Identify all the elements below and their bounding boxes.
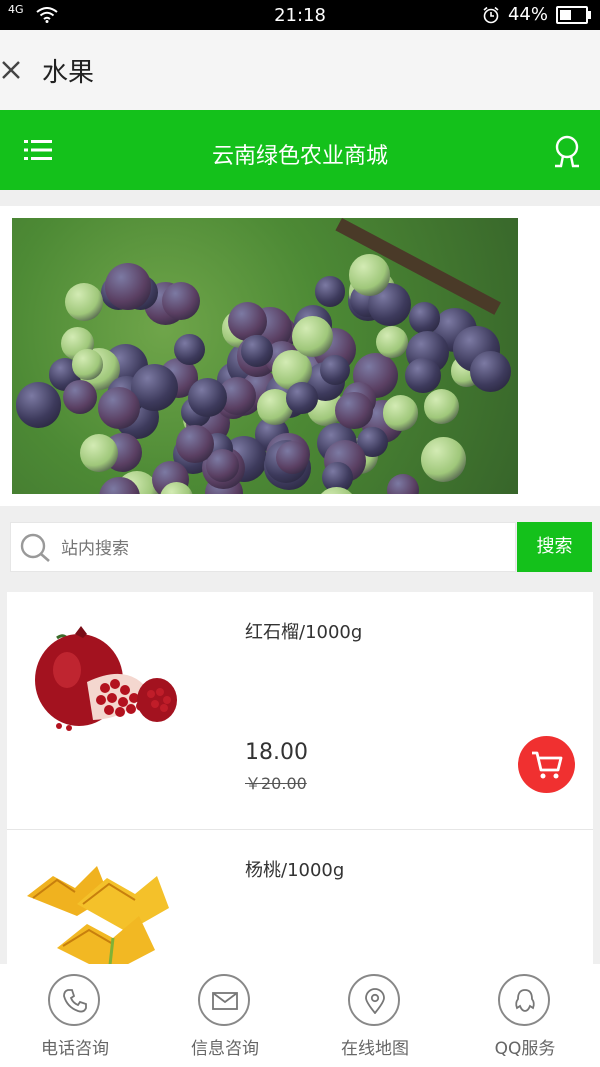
phone-icon [63,989,87,1013]
product-original-price: ￥20.00 [245,774,307,793]
mail-icon [212,992,238,1010]
grape [420,437,467,483]
search-button[interactable]: 搜索 [517,522,592,572]
grape [187,378,227,417]
grape [72,349,103,380]
grape [105,263,152,310]
product-image [17,846,187,964]
grape [241,335,274,367]
grape [79,434,118,472]
nav-online-map[interactable]: 在线地图 [300,964,450,1067]
grape [62,379,98,415]
grape [335,391,373,429]
product-item[interactable]: 杨桃/1000g [7,830,593,964]
nav-label: QQ服务 [494,1039,556,1059]
product-price: 18.00 [245,740,308,765]
product-image [17,608,187,808]
grape [291,315,334,358]
grape [64,283,103,322]
title-bar: 水果 [0,30,600,110]
grape [382,395,419,432]
nav-message-consult[interactable]: 信息咨询 [150,964,300,1067]
grape [161,282,200,321]
grape [316,486,358,494]
grape [423,388,459,425]
product-name: 红石榴/1000g [245,622,363,643]
search-box [10,522,516,572]
store-name: 云南绿色农业商城 [211,144,388,169]
grape [470,350,512,393]
bottom-nav: 电话咨询 信息咨询 在线地图 QQ服务 [0,964,600,1067]
search-bar: 搜索 [10,522,592,572]
banner-image[interactable] [12,218,518,494]
grape [176,425,214,463]
grape [15,381,62,428]
qq-icon [515,989,535,1012]
grape [286,382,318,414]
grape [320,355,351,386]
grape [173,333,206,365]
grape [98,386,141,429]
grape [386,474,419,494]
grape [314,276,346,307]
grape [276,440,310,474]
grape [375,326,409,359]
product-item[interactable]: 红石榴/1000g 18.00 ￥20.00 [7,592,593,830]
page-title: 水果 [42,58,95,88]
add-to-cart-button[interactable] [518,736,575,793]
close-icon[interactable] [0,52,24,88]
battery-icon [556,5,591,24]
location-pin-icon [365,988,385,1014]
nav-label: 电话咨询 [41,1039,109,1059]
banner [0,206,600,506]
nav-label: 在线地图 [341,1039,409,1059]
alarm-icon [483,6,499,23]
nav-qq-service[interactable]: QQ服务 [450,964,600,1067]
cart-icon [532,751,563,779]
status-bar: 4G 21:18 44% [0,0,600,30]
store-header: 云南绿色农业商城 [0,110,600,190]
nav-phone-consult[interactable]: 电话咨询 [0,964,150,1067]
user-icon[interactable] [552,134,582,168]
search-input[interactable] [59,535,503,563]
grape [405,357,441,393]
product-name: 杨桃/1000g [245,860,345,881]
grape [348,253,391,296]
search-icon [20,533,50,562]
nav-label: 信息咨询 [191,1039,259,1059]
grape [408,302,441,334]
battery-percent: 44% [507,4,548,25]
product-list: 红石榴/1000g 18.00 ￥20.00 杨桃/1000g [7,592,593,964]
